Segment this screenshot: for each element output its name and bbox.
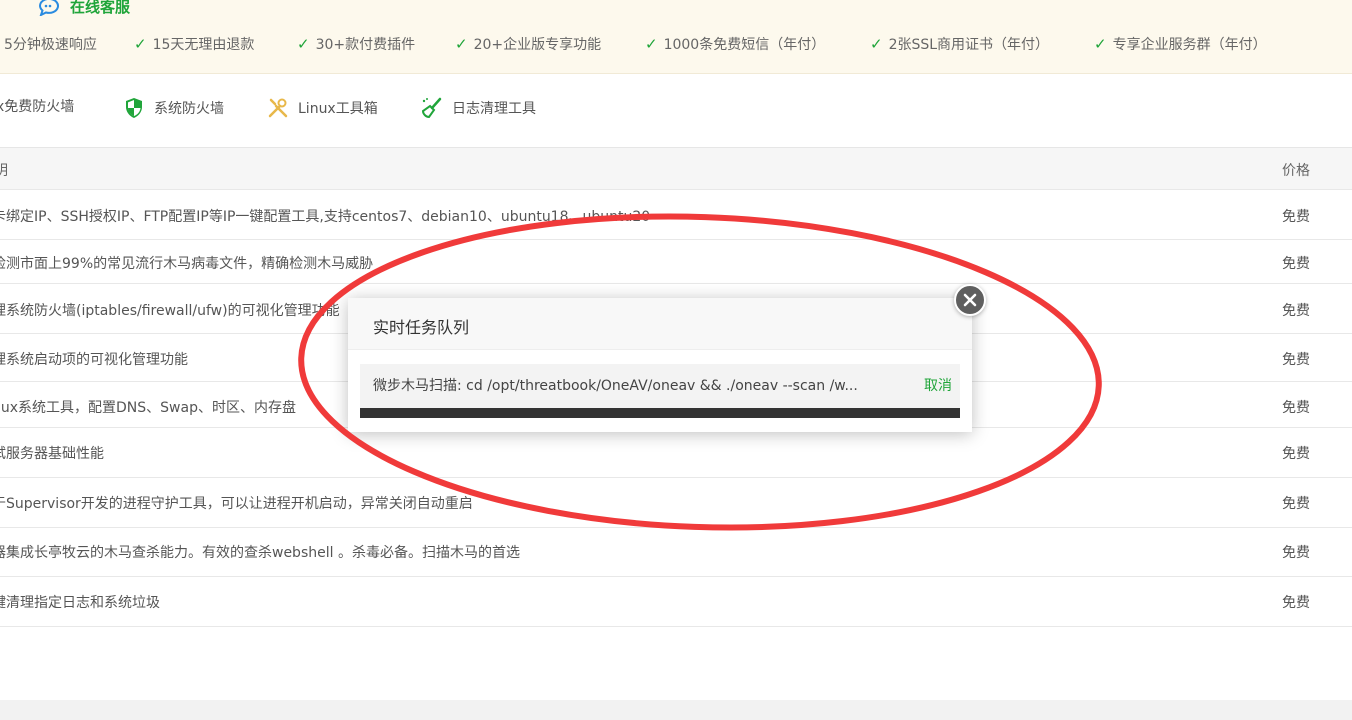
row-description: 卡绑定IP、SSH授权IP、FTP配置IP等IP一键配置工具,支持centos7… xyxy=(0,209,651,225)
row-description: 理系统启动项的可视化管理功能 xyxy=(0,352,188,368)
table-row[interactable]: 试服务器基础性能 免费 xyxy=(0,428,1352,478)
benefit-item: ✓ 1000条免费短信（年付） xyxy=(645,34,825,54)
row-price: 免费 xyxy=(1282,446,1310,462)
tool-log-cleaner[interactable]: 日志清理工具 xyxy=(420,96,536,120)
row-price: 免费 xyxy=(1282,496,1310,512)
dialog-close-button[interactable] xyxy=(954,284,986,316)
check-icon: ✓ xyxy=(455,35,468,53)
column-header-description: 明 xyxy=(0,163,8,179)
check-icon: ✓ xyxy=(645,35,658,53)
table-row[interactable]: 检测市面上99%的常见流行木马病毒文件，精确检测木马威胁 免费 xyxy=(0,240,1352,284)
chat-icon xyxy=(38,0,59,16)
table-row[interactable]: 键清理指定日志和系统垃圾 免费 xyxy=(0,577,1352,627)
tool-label: 系统防火墙 xyxy=(154,101,224,117)
benefit-text: 20+企业版专享功能 xyxy=(473,37,602,53)
broom-icon xyxy=(421,97,442,119)
row-description: nux系统工具，配置DNS、Swap、时区、内存盘 xyxy=(0,400,296,416)
tool-shortcuts: x免费防火墙 系统防火墙 Linux工具箱 日志清理工具 xyxy=(0,74,1352,148)
online-service-label: 在线客服 xyxy=(70,0,131,16)
row-price: 免费 xyxy=(1282,209,1310,225)
tools-icon xyxy=(268,98,288,118)
row-price: 免费 xyxy=(1282,545,1310,561)
column-header-price: 价格 xyxy=(1282,163,1310,179)
benefit-text: 专享企业服务群（年付） xyxy=(1112,37,1267,53)
row-price: 免费 xyxy=(1282,303,1310,319)
benefit-item: ✓ 15天无理由退款 xyxy=(134,34,254,54)
dialog-header: 实时任务队列 xyxy=(348,298,972,350)
tool-free-firewall[interactable]: x免费防火墙 xyxy=(0,96,74,116)
shield-icon xyxy=(126,98,142,118)
benefit-item: ✓ 2张SSL商用证书（年付） xyxy=(870,34,1049,54)
benefit-text: 30+款付费插件 xyxy=(315,37,416,53)
table-row[interactable]: 器集成长亭牧云的木马查杀能力。有效的查杀webshell 。杀毒必备。扫描木马的… xyxy=(0,528,1352,577)
task-item: 微步木马扫描: cd /opt/threatbook/OneAV/oneav &… xyxy=(360,364,960,408)
benefit-item: ✓ 专享企业服务群（年付） xyxy=(1094,34,1267,54)
footer-bar xyxy=(0,700,1352,720)
task-command: 微步木马扫描: cd /opt/threatbook/OneAV/oneav &… xyxy=(373,378,858,394)
tool-label: Linux工具箱 xyxy=(298,101,378,117)
row-description: 键清理指定日志和系统垃圾 xyxy=(0,595,160,611)
benefit-text: 2张SSL商用证书（年付） xyxy=(888,37,1050,53)
benefit-item: ✓ 30+款付费插件 xyxy=(297,34,415,54)
table-row[interactable]: 于Supervisor开发的进程守护工具，可以让进程开机启动，异常关闭自动重启 … xyxy=(0,478,1352,528)
check-icon: ✓ xyxy=(870,35,883,53)
tool-label: 日志清理工具 xyxy=(452,101,536,117)
table-row[interactable]: 卡绑定IP、SSH授权IP、FTP配置IP等IP一键配置工具,支持centos7… xyxy=(0,190,1352,240)
row-price: 免费 xyxy=(1282,256,1310,272)
tool-system-firewall[interactable]: 系统防火墙 xyxy=(122,96,224,120)
online-service-link[interactable]: 在线客服 xyxy=(38,0,130,17)
benefit-item: ✓ 20+企业版专享功能 xyxy=(455,34,601,54)
row-description: 检测市面上99%的常见流行木马病毒文件，精确检测木马威胁 xyxy=(0,256,374,272)
promo-banner: 在线客服 5分钟极速响应 ✓ 15天无理由退款 ✓ 30+款付费插件 ✓ 20+企业版… xyxy=(0,0,1352,74)
check-icon: ✓ xyxy=(1094,35,1107,53)
benefit-text: 15天无理由退款 xyxy=(152,37,255,53)
row-price: 免费 xyxy=(1282,352,1310,368)
check-icon: ✓ xyxy=(134,35,147,53)
task-log-bar xyxy=(360,408,960,418)
row-price: 免费 xyxy=(1282,595,1310,611)
row-description: 试服务器基础性能 xyxy=(0,446,104,462)
close-icon xyxy=(963,293,977,307)
check-icon: ✓ xyxy=(297,35,310,53)
row-description: 器集成长亭牧云的木马查杀能力。有效的查杀webshell 。杀毒必备。扫描木马的… xyxy=(0,545,520,561)
benefit-text: 5分钟极速响应 xyxy=(4,37,97,53)
table-header: 明 价格 xyxy=(0,148,1352,190)
benefit-text: 1000条免费短信（年付） xyxy=(663,37,826,53)
row-description: 理系统防火墙(iptables/firewall/ufw)的可视化管理功能 xyxy=(0,303,340,319)
task-queue-dialog: 实时任务队列 微步木马扫描: cd /opt/threatbook/OneAV/… xyxy=(348,298,972,432)
tool-label: x免费防火墙 xyxy=(0,99,75,115)
row-description: 于Supervisor开发的进程守护工具，可以让进程开机启动，异常关闭自动重启 xyxy=(0,496,473,512)
benefit-item: 5分钟极速响应 xyxy=(4,34,97,54)
dialog-title: 实时任务队列 xyxy=(373,318,470,337)
tool-linux-toolbox[interactable]: Linux工具箱 xyxy=(266,96,378,120)
row-price: 免费 xyxy=(1282,400,1310,416)
cancel-task-button[interactable]: 取消 xyxy=(924,375,952,395)
